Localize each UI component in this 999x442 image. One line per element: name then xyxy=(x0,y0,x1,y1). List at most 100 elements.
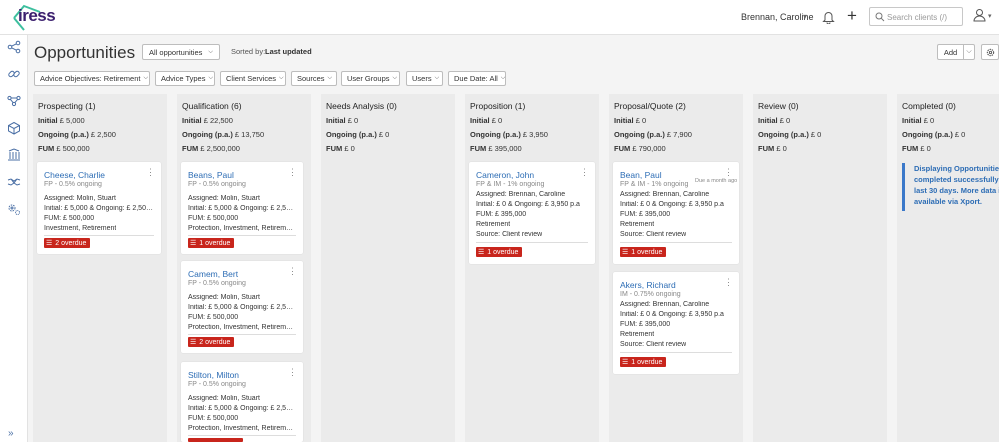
overdue-badge[interactable] xyxy=(188,438,243,442)
opportunity-card[interactable]: Camem, Bert ⋮ FP - 0.5% ongoing Assigned… xyxy=(181,261,303,353)
card-divider xyxy=(476,242,588,243)
opportunity-card[interactable]: Bean, Paul ⋮ FP & IM - 1% ongoing Due a … xyxy=(613,162,739,264)
filter-advice-objectives[interactable]: Advice Objectives: Retirement ⌵ xyxy=(34,71,150,86)
client-name-link[interactable]: Cameron, John xyxy=(476,170,534,180)
more-vertical-icon[interactable]: ⋮ xyxy=(580,168,589,177)
chevron-down-icon[interactable]: ▾ xyxy=(803,12,807,21)
client-name-link[interactable]: Stilton, Milton xyxy=(188,370,239,380)
filter-label: Advice Objectives: Retirement xyxy=(40,74,141,83)
chevron-down-icon: ⌵ xyxy=(434,75,440,81)
opportunity-card[interactable]: Cameron, John ⋮ FP & IM - 1% ongoing Ass… xyxy=(469,162,595,264)
column-prospecting: Prospecting (1) Initial £ 5,000 Ongoing … xyxy=(33,94,167,442)
card-amounts: Initial: £ 5,000 & Ongoing: £ 2,5… xyxy=(188,304,294,311)
stat-value: £ 0 xyxy=(378,130,390,139)
view-select[interactable]: All opportunities ⌵ xyxy=(142,44,220,60)
stat-value: £ 0 xyxy=(810,130,822,139)
cube-icon[interactable] xyxy=(7,121,21,135)
handshake-icon[interactable] xyxy=(7,175,21,189)
opportunity-card[interactable]: Cheese, Charlie ⋮ FP - 0.5% ongoing Assi… xyxy=(37,162,161,254)
stat-label: Initial xyxy=(614,116,634,125)
column-ongoing: Ongoing (p.a.) £ 0 xyxy=(326,130,389,139)
opportunity-card[interactable]: Stilton, Milton ⋮ FP - 0.5% ongoing Assi… xyxy=(181,362,303,442)
stat-label: Initial xyxy=(38,116,58,125)
more-vertical-icon[interactable]: ⋮ xyxy=(288,168,297,177)
card-assigned: Assigned: Molin, Stuart xyxy=(44,195,116,202)
card-divider xyxy=(188,334,296,335)
filter-client-services[interactable]: Client Services ⌵ xyxy=(220,71,286,86)
library-icon[interactable] xyxy=(7,148,21,162)
sorted-by-value[interactable]: Last updated xyxy=(265,47,312,56)
stat-value: £ 0 xyxy=(779,116,791,125)
task-list-icon: ☰ xyxy=(478,249,485,256)
column-completed: Completed (0) Initial £ 0 Ongoing (p.a.)… xyxy=(897,94,999,442)
column-title: Proposal/Quote (2) xyxy=(614,101,686,111)
stat-value: £ 2,500 xyxy=(90,130,116,139)
chevron-down-icon[interactable]: ▾ xyxy=(988,12,992,20)
filter-advice-types[interactable]: Advice Types ⌵ xyxy=(155,71,215,86)
card-assigned: Assigned: Brennan, Caroline xyxy=(620,301,710,308)
search-icon xyxy=(875,12,885,22)
stat-value: £ 0 xyxy=(923,116,935,125)
column-title: Review (0) xyxy=(758,101,799,111)
client-name-link[interactable]: Camem, Bert xyxy=(188,269,238,279)
overdue-badge[interactable]: ☰ 2 overdue xyxy=(44,238,91,248)
search-box[interactable] xyxy=(869,7,963,26)
column-initial: Initial £ 0 xyxy=(902,116,934,125)
stat-value: £ 0 xyxy=(635,116,647,125)
card-objectives: Investment, Retirement xyxy=(44,225,117,232)
gears-icon[interactable] xyxy=(7,202,21,216)
card-divider xyxy=(620,352,732,353)
bell-icon[interactable] xyxy=(822,10,835,24)
client-name-link[interactable]: Akers, Richard xyxy=(620,280,676,290)
filter-sources[interactable]: Sources ⌵ xyxy=(291,71,337,86)
client-name-link[interactable]: Cheese, Charlie xyxy=(44,170,105,180)
card-fum: FUM: £ 500,000 xyxy=(188,215,239,222)
column-ongoing: Ongoing (p.a.) £ 13,750 xyxy=(182,130,264,139)
add-button[interactable]: Add xyxy=(937,44,964,60)
filter-user-groups[interactable]: User Groups ⌵ xyxy=(341,71,400,86)
card-fum: FUM: £ 395,000 xyxy=(620,211,671,218)
client-name-link[interactable]: Bean, Paul xyxy=(620,170,662,180)
chevron-down-icon: ⌵ xyxy=(208,48,213,55)
filter-users[interactable]: Users ⌵ xyxy=(406,71,443,86)
more-vertical-icon[interactable]: ⋮ xyxy=(288,368,297,377)
overdue-badge[interactable]: ☰ 1 overdue xyxy=(620,357,667,367)
user-avatar-icon[interactable] xyxy=(973,8,986,22)
more-vertical-icon[interactable]: ⋮ xyxy=(724,278,733,287)
network-icon[interactable] xyxy=(7,40,21,54)
settings-button[interactable] xyxy=(981,44,999,60)
overdue-badge[interactable]: ☰ 1 overdue xyxy=(188,238,235,248)
card-subtitle: IM - 0.75% ongoing xyxy=(620,291,681,298)
card-objectives: Protection, Investment, Retirem… xyxy=(188,425,294,432)
plus-icon[interactable]: + xyxy=(847,7,857,24)
opportunity-card[interactable]: Beans, Paul ⋮ FP - 0.5% ongoing Assigned… xyxy=(181,162,303,254)
overdue-badge[interactable]: ☰ 1 overdue xyxy=(620,247,667,257)
expand-sidebar-icon[interactable]: » xyxy=(8,428,14,439)
link-icon[interactable] xyxy=(7,67,21,81)
opportunity-card[interactable]: Akers, Richard ⋮ IM - 0.75% ongoing Assi… xyxy=(613,272,739,374)
search-input[interactable] xyxy=(887,11,961,23)
stat-value: £ 22,500 xyxy=(203,116,233,125)
card-subtitle: FP - 0.5% ongoing xyxy=(188,381,246,388)
gear-icon xyxy=(986,48,995,57)
filter-due-date[interactable]: Due Date: All ⌵ xyxy=(448,71,506,86)
overdue-label: 1 overdue xyxy=(631,248,663,256)
filter-label: Users xyxy=(412,74,432,83)
more-vertical-icon[interactable]: ⋮ xyxy=(724,168,733,177)
logo-text[interactable]: iress xyxy=(18,6,56,26)
card-fum: FUM: £ 500,000 xyxy=(44,215,95,222)
column-proposal-quote: Proposal/Quote (2) Initial £ 0 Ongoing (… xyxy=(609,94,743,442)
card-divider xyxy=(44,235,154,236)
add-dropdown-button[interactable]: ⌵ xyxy=(964,44,975,60)
more-vertical-icon[interactable]: ⋮ xyxy=(146,168,155,177)
card-fum: FUM: £ 500,000 xyxy=(188,314,239,321)
overdue-badge[interactable]: ☰ 2 overdue xyxy=(188,337,235,347)
top-bar: iress Brennan, Caroline ▾ + ▾ xyxy=(0,0,999,35)
more-vertical-icon[interactable]: ⋮ xyxy=(288,267,297,276)
overdue-badge[interactable]: ☰ 1 overdue xyxy=(476,247,523,257)
stat-value: £ 13,750 xyxy=(234,130,265,139)
column-title: Proposition (1) xyxy=(470,101,526,111)
client-name-link[interactable]: Beans, Paul xyxy=(188,170,234,180)
stat-label: Ongoing (p.a.) xyxy=(470,130,521,139)
workflow-icon[interactable] xyxy=(7,94,21,108)
